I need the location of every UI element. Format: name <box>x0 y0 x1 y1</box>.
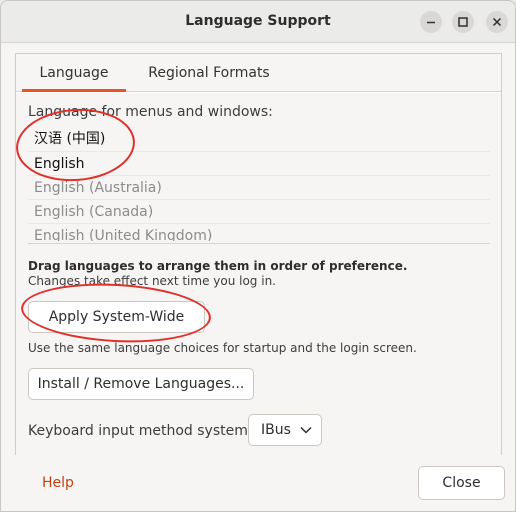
language-item[interactable]: English <box>28 151 490 175</box>
language-item[interactable]: English (United Kingdom) <box>28 223 490 241</box>
minimize-icon <box>427 21 435 24</box>
apply-system-wide-button[interactable]: Apply System-Wide <box>28 301 205 333</box>
tab-bar: Language Regional Formats <box>16 54 501 92</box>
language-support-window: Language Support Language Regional Forma… <box>0 0 516 512</box>
help-button[interactable]: Help <box>42 475 74 491</box>
language-page: Language for menus and windows: 汉语 (中国) … <box>16 93 501 455</box>
close-icon <box>492 17 502 27</box>
maximize-button[interactable] <box>452 11 474 33</box>
language-list-label: Language for menus and windows: <box>28 104 273 120</box>
effect-hint: Changes take effect next time you log in… <box>28 274 276 288</box>
apply-hint: Use the same language choices for startu… <box>28 341 417 355</box>
keyboard-input-label: Keyboard input method system: <box>28 423 253 439</box>
minimize-button[interactable] <box>420 11 442 33</box>
tab-regional-formats[interactable]: Regional Formats <box>132 54 286 92</box>
list-divider <box>28 243 490 244</box>
close-window-button[interactable] <box>486 11 508 33</box>
install-remove-languages-button[interactable]: Install / Remove Languages... <box>28 368 254 400</box>
chevron-down-icon <box>300 426 312 434</box>
keyboard-input-dropdown[interactable]: IBus <box>248 414 322 446</box>
language-item[interactable]: English (Canada) <box>28 199 490 223</box>
titlebar: Language Support <box>1 1 515 43</box>
keyboard-input-value: IBus <box>261 422 291 438</box>
close-button[interactable]: Close <box>418 466 505 500</box>
drag-hint: Drag languages to arrange them in order … <box>28 259 408 273</box>
language-item[interactable]: 汉语 (中国) <box>28 127 490 151</box>
maximize-icon <box>458 17 468 27</box>
language-item[interactable]: English (Australia) <box>28 175 490 199</box>
language-list[interactable]: 汉语 (中国) English English (Australia) Engl… <box>28 127 490 241</box>
tab-language[interactable]: Language <box>16 54 132 92</box>
tab-notebook: Language Regional Formats Language for m… <box>15 53 502 455</box>
